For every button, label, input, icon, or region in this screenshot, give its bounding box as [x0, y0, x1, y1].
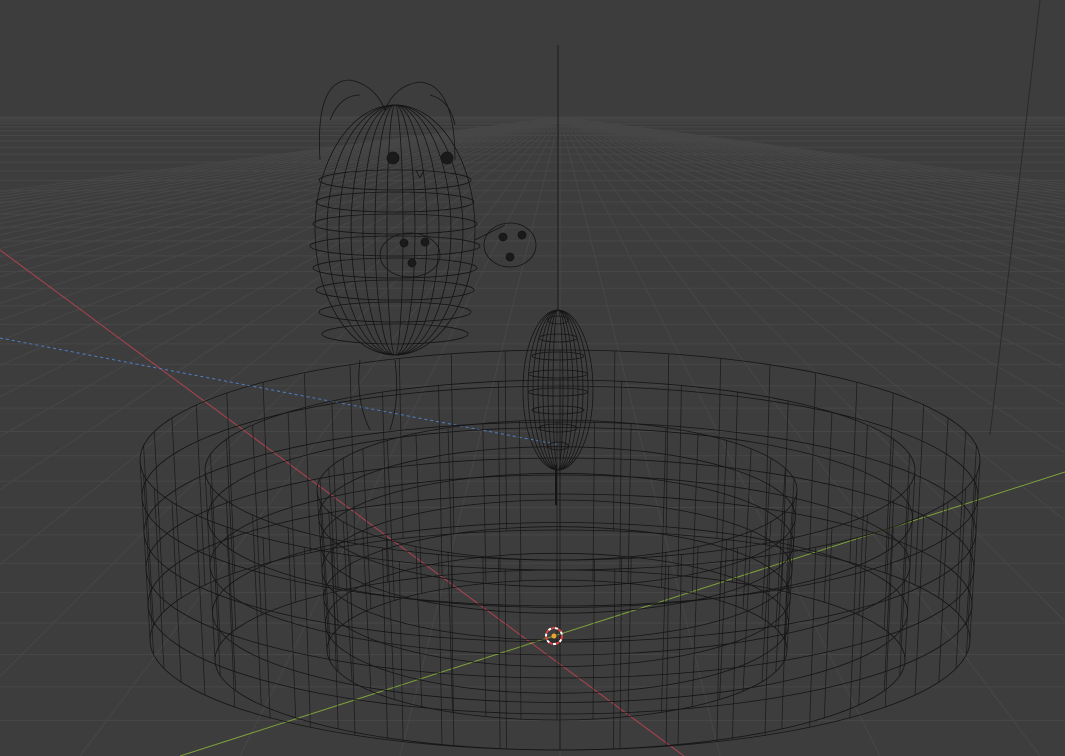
camera-line: [989, 0, 1041, 436]
outer-bowl-inner-edge: [252, 514, 262, 706]
outer-bowl-edge: [349, 555, 356, 736]
grid-line: [559, 116, 1065, 286]
outer-bowl-inner-edge: [209, 454, 221, 645]
outer-bowl-edge: [262, 537, 271, 718]
cat-body-ring: [312, 257, 478, 279]
outer-bowl-edge: [450, 566, 455, 747]
outer-bowl-edge: [139, 459, 151, 641]
candle-flame-mesh[interactable]: [522, 309, 594, 505]
outer-bowl-edge: [303, 372, 311, 553]
grid-line: [0, 116, 561, 204]
z-direction-line: [0, 337, 561, 446]
outer-bowl-edge: [195, 404, 206, 586]
grid-line: [559, 116, 1065, 224]
cat-paw-pad: [399, 238, 409, 248]
cat-paw-pad: [498, 232, 508, 242]
inner-cylinder-edge: [761, 521, 772, 682]
inner-cylinder-edge: [719, 440, 728, 601]
outer-bowl-inner-edge: [252, 424, 262, 616]
flame-ring: [531, 405, 585, 415]
outer-bowl-edge: [914, 514, 925, 696]
cat-paw-pad: [517, 230, 527, 240]
viewport-canvas[interactable]: [0, 0, 1065, 756]
outer-bowl-edge: [849, 537, 858, 718]
outer-bowl-edge: [195, 514, 206, 696]
cat-body-ring: [315, 279, 475, 301]
cat-paw-pad: [420, 237, 430, 247]
outer-bowl-edge: [171, 502, 182, 683]
grid-line: [559, 116, 1065, 252]
outer-bowl-edge: [966, 474, 977, 655]
outer-bowl-inner-edge: [858, 514, 868, 706]
grid-line: [0, 116, 561, 258]
inner-cylinder-edge: [342, 458, 353, 619]
outer-bowl-edge: [809, 547, 817, 728]
inner-cylinder-edge: [386, 440, 395, 601]
grid-line: [0, 116, 561, 267]
outer-bowl-edge: [143, 474, 154, 655]
y-axis-line: [179, 471, 1065, 756]
cat-paw-pad: [407, 258, 417, 268]
outer-bowl-edge: [398, 561, 404, 742]
outer-bowl-edge: [809, 372, 817, 553]
outer-bowl-edge: [349, 364, 356, 545]
outer-bowl-inner-edge: [899, 454, 911, 645]
grid-line: [559, 116, 881, 756]
grid-line: [559, 116, 1065, 230]
flame-ring: [528, 387, 588, 397]
cat-eye: [386, 151, 400, 165]
grid-line: [0, 116, 561, 224]
outer-bowl-edge: [665, 353, 670, 534]
outer-bowl-edge: [914, 404, 925, 586]
grid-line: [559, 116, 1065, 214]
outer-bowl-edge: [969, 459, 981, 641]
outer-bowl-inner-edge: [204, 469, 216, 661]
outer-bowl-inner-edge: [904, 469, 916, 661]
outer-bowl-edge: [504, 569, 507, 750]
outer-bowl-inner-edge: [858, 424, 868, 616]
grid-line: [0, 116, 561, 236]
cat-paw-pad: [505, 252, 515, 262]
grid-line: [0, 116, 561, 565]
flame-ring: [538, 333, 578, 343]
outer-bowl-edge: [938, 502, 949, 683]
outer-bowl-edge: [613, 350, 616, 531]
grid-line: [559, 116, 1065, 262]
cat-body-ring: [321, 323, 469, 345]
grid-line: [559, 116, 1065, 406]
flame-ring: [528, 369, 588, 379]
outer-bowl-edge: [613, 569, 616, 750]
grid-line: [0, 116, 561, 398]
cat-body-ring: [309, 235, 481, 257]
cat-eye: [440, 151, 454, 165]
grid-line: [559, 116, 1065, 206]
outer-bowl-edge: [303, 547, 311, 728]
grid-line: [0, 116, 561, 215]
outer-bowl-edge: [504, 350, 507, 531]
grid-line: [559, 116, 1065, 622]
grid-line: [239, 116, 561, 756]
x-axis-line: [0, 249, 685, 756]
grid-line: [559, 116, 721, 756]
outer-bowl-edge: [665, 566, 670, 747]
3d-viewport[interactable]: [0, 0, 1065, 756]
grid-line: [559, 116, 1065, 301]
grid-line: [0, 116, 561, 304]
cat-body-ring: [318, 301, 472, 323]
